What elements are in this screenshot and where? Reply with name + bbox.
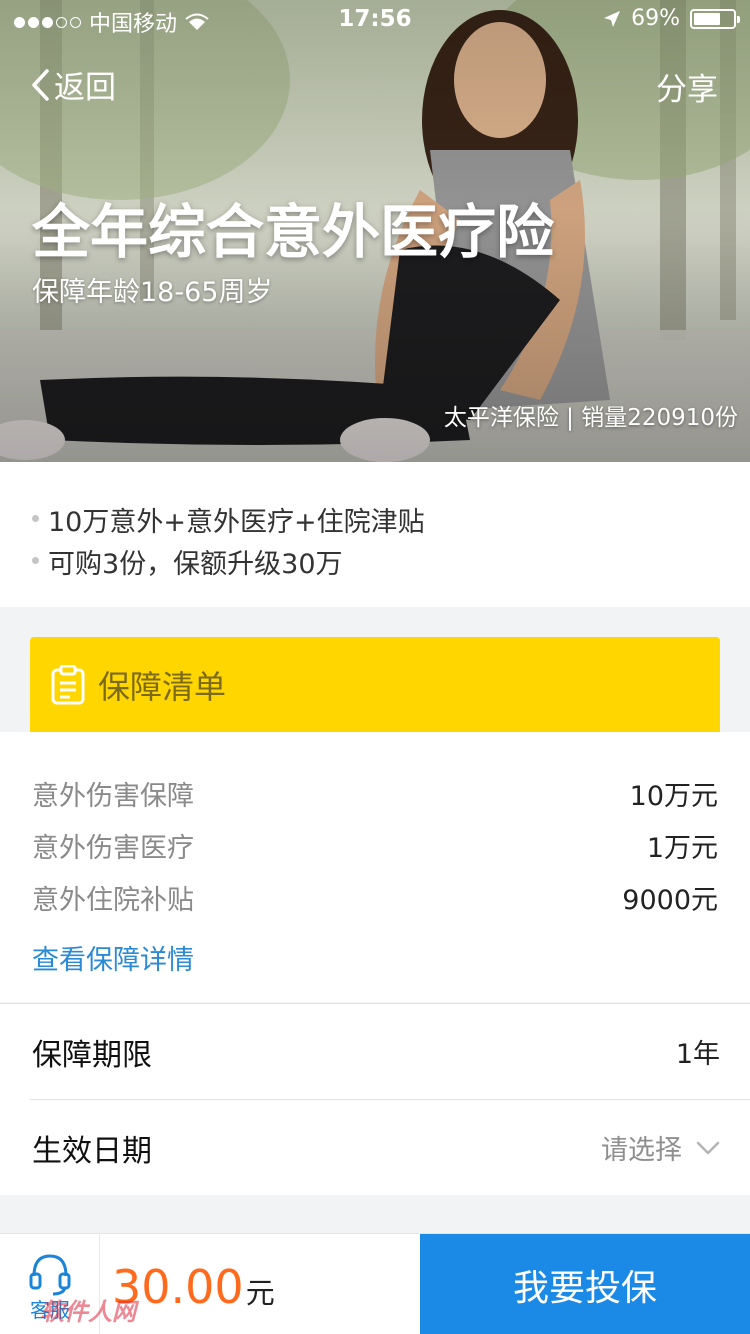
headset-icon bbox=[29, 1254, 71, 1296]
coverage-list: 意外伤害保障 10万元 意外伤害医疗 1万元 意外住院补贴 9000元 查看保障… bbox=[0, 732, 750, 1002]
coverage-row: 意外伤害医疗 1万元 bbox=[32, 826, 718, 865]
coverage-label: 意外伤害保障 bbox=[32, 781, 194, 812]
policy-options: 保障期限 1年 生效日期 请选择 bbox=[0, 1003, 750, 1195]
back-label: 返回 bbox=[54, 70, 116, 106]
clipboard-icon bbox=[51, 664, 85, 704]
location-arrow-icon bbox=[604, 10, 621, 27]
product-highlights: 10万意外+意外医疗+住院津贴 可购3份，保额升级30万 bbox=[0, 462, 750, 607]
coverage-value: 9000元 bbox=[622, 885, 718, 916]
battery-fill bbox=[694, 12, 721, 25]
start-date-placeholder: 请选择 bbox=[601, 1135, 682, 1166]
coverage-row: 意外住院补贴 9000元 bbox=[32, 878, 718, 917]
coverage-value: 10万元 bbox=[629, 781, 718, 812]
highlight-item: 可购3份，保额升级30万 bbox=[0, 542, 750, 584]
start-date-select[interactable]: 请选择 bbox=[601, 1128, 720, 1167]
start-date-label: 生效日期 bbox=[32, 1133, 152, 1169]
period-row: 保障期限 1年 bbox=[32, 1004, 720, 1099]
product-subtitle: 保障年龄18-65周岁 bbox=[32, 277, 273, 308]
chevron-left-icon bbox=[32, 68, 49, 101]
price-unit: 元 bbox=[245, 1276, 275, 1310]
coverage-header: 保障清单 bbox=[30, 637, 720, 732]
coverage-label: 意外伤害医疗 bbox=[32, 833, 194, 864]
coverage-label: 意外住院补贴 bbox=[32, 885, 194, 916]
coverage-row: 意外伤害保障 10万元 bbox=[32, 774, 718, 813]
share-button[interactable]: 分享 bbox=[656, 64, 718, 109]
period-value: 1年 bbox=[675, 1039, 720, 1070]
chevron-down-icon bbox=[696, 1141, 720, 1154]
status-right: 69% bbox=[603, 6, 740, 31]
coverage-header-label: 保障清单 bbox=[98, 667, 227, 706]
buy-insurance-button[interactable]: 我要投保 bbox=[420, 1234, 750, 1334]
period-label: 保障期限 bbox=[32, 1037, 152, 1073]
battery-percent: 69% bbox=[631, 6, 680, 31]
bottom-bar: 客服 30.00 元 软件人网 我要投保 bbox=[0, 1233, 750, 1334]
start-date-row[interactable]: 生效日期 请选择 bbox=[32, 1100, 720, 1195]
hero-banner: 中国移动 17:56 69% 返回 分享 全年综合意外医疗险 保障年龄18-65… bbox=[0, 0, 750, 462]
battery-icon bbox=[690, 8, 740, 29]
insurer-sales: 太平洋保险 | 销量220910份 bbox=[443, 405, 738, 431]
highlight-item: 10万意外+意外医疗+住院津贴 bbox=[0, 500, 750, 542]
back-button[interactable]: 返回 bbox=[30, 62, 116, 107]
coverage-details-link[interactable]: 查看保障详情 bbox=[32, 938, 194, 977]
coverage-value: 1万元 bbox=[646, 833, 718, 864]
product-title: 全年综合意外医疗险 bbox=[32, 198, 555, 266]
price: 30.00 元 bbox=[112, 1260, 275, 1314]
watermark: 软件人网 bbox=[40, 1298, 136, 1326]
status-bar: 中国移动 17:56 69% bbox=[0, 0, 750, 40]
